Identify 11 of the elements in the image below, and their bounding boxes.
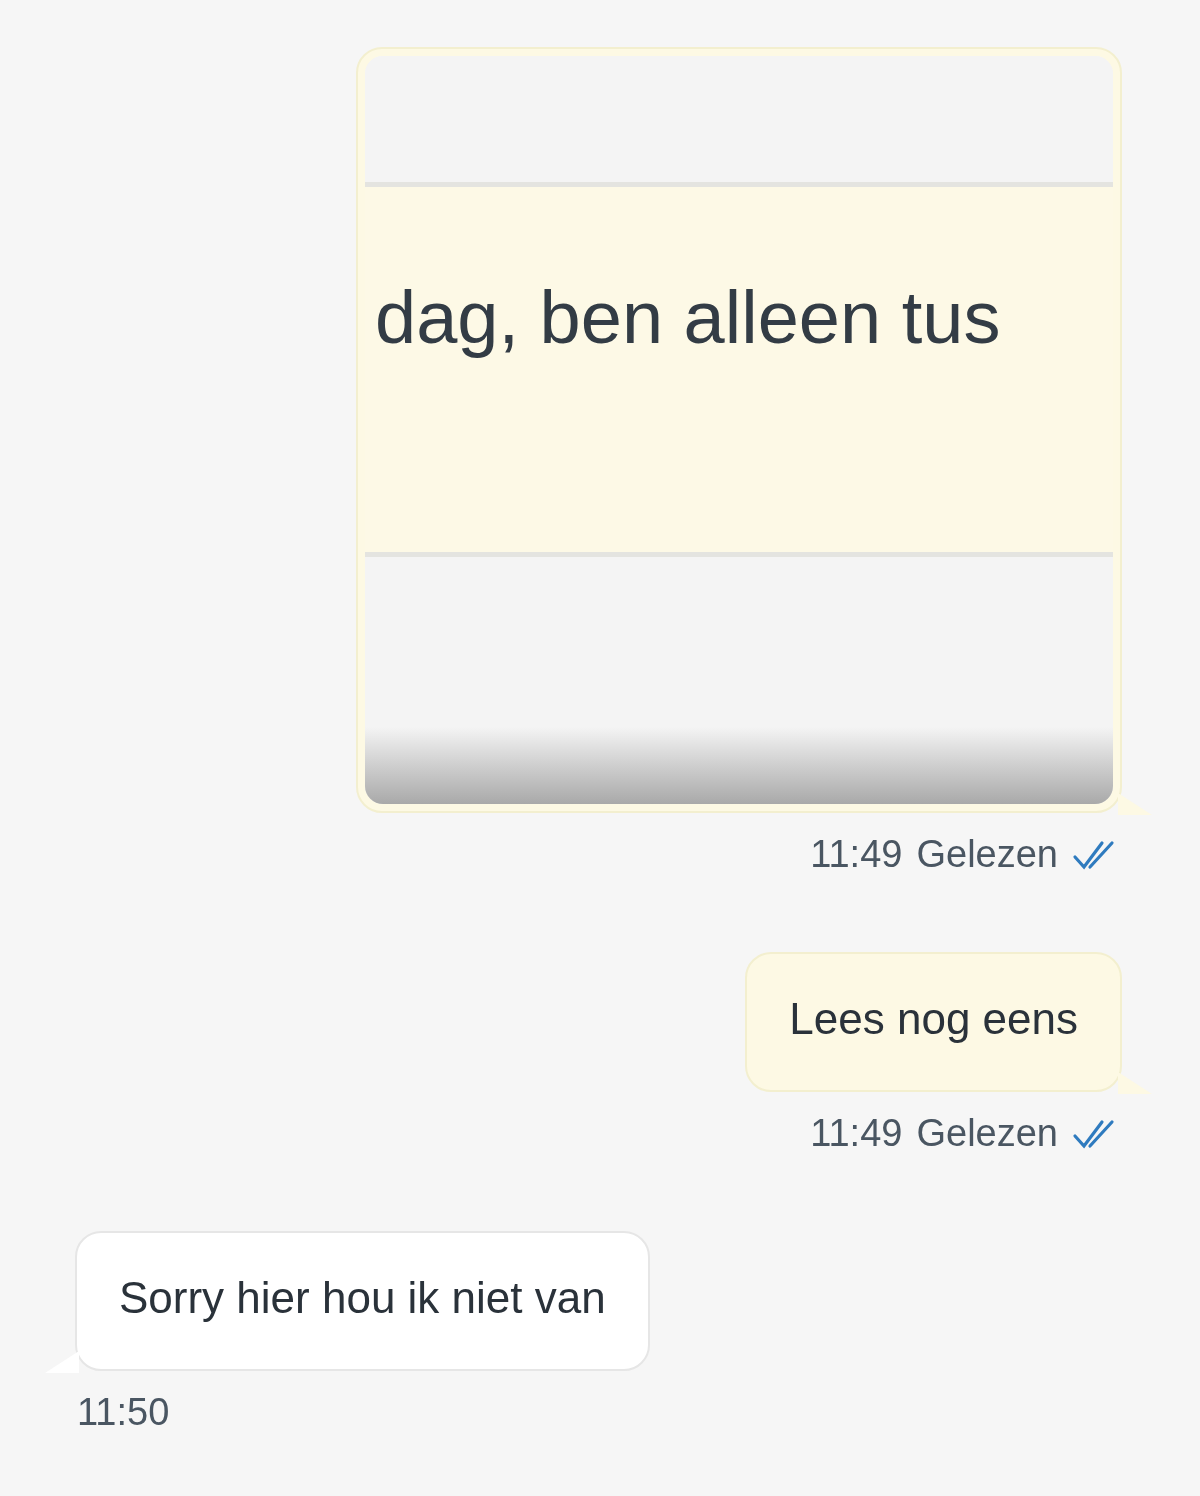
screenshot-text: dag, ben alleen tus bbox=[374, 275, 1001, 360]
bubble-tail bbox=[45, 1351, 79, 1373]
message-time: 11:50 bbox=[77, 1391, 170, 1434]
bubble-tail bbox=[1118, 1072, 1152, 1094]
message-status: Gelezen bbox=[916, 1112, 1058, 1155]
message-time: 11:49 bbox=[810, 833, 903, 876]
message-status: Gelezen bbox=[916, 833, 1058, 876]
message-bubble[interactable]: Lees nog eens bbox=[745, 952, 1122, 1092]
bubble-tail bbox=[1118, 793, 1152, 815]
message-bubble[interactable]: Sorry hier hou ik niet van bbox=[75, 1231, 650, 1371]
message-time: 11:49 bbox=[810, 1112, 903, 1155]
